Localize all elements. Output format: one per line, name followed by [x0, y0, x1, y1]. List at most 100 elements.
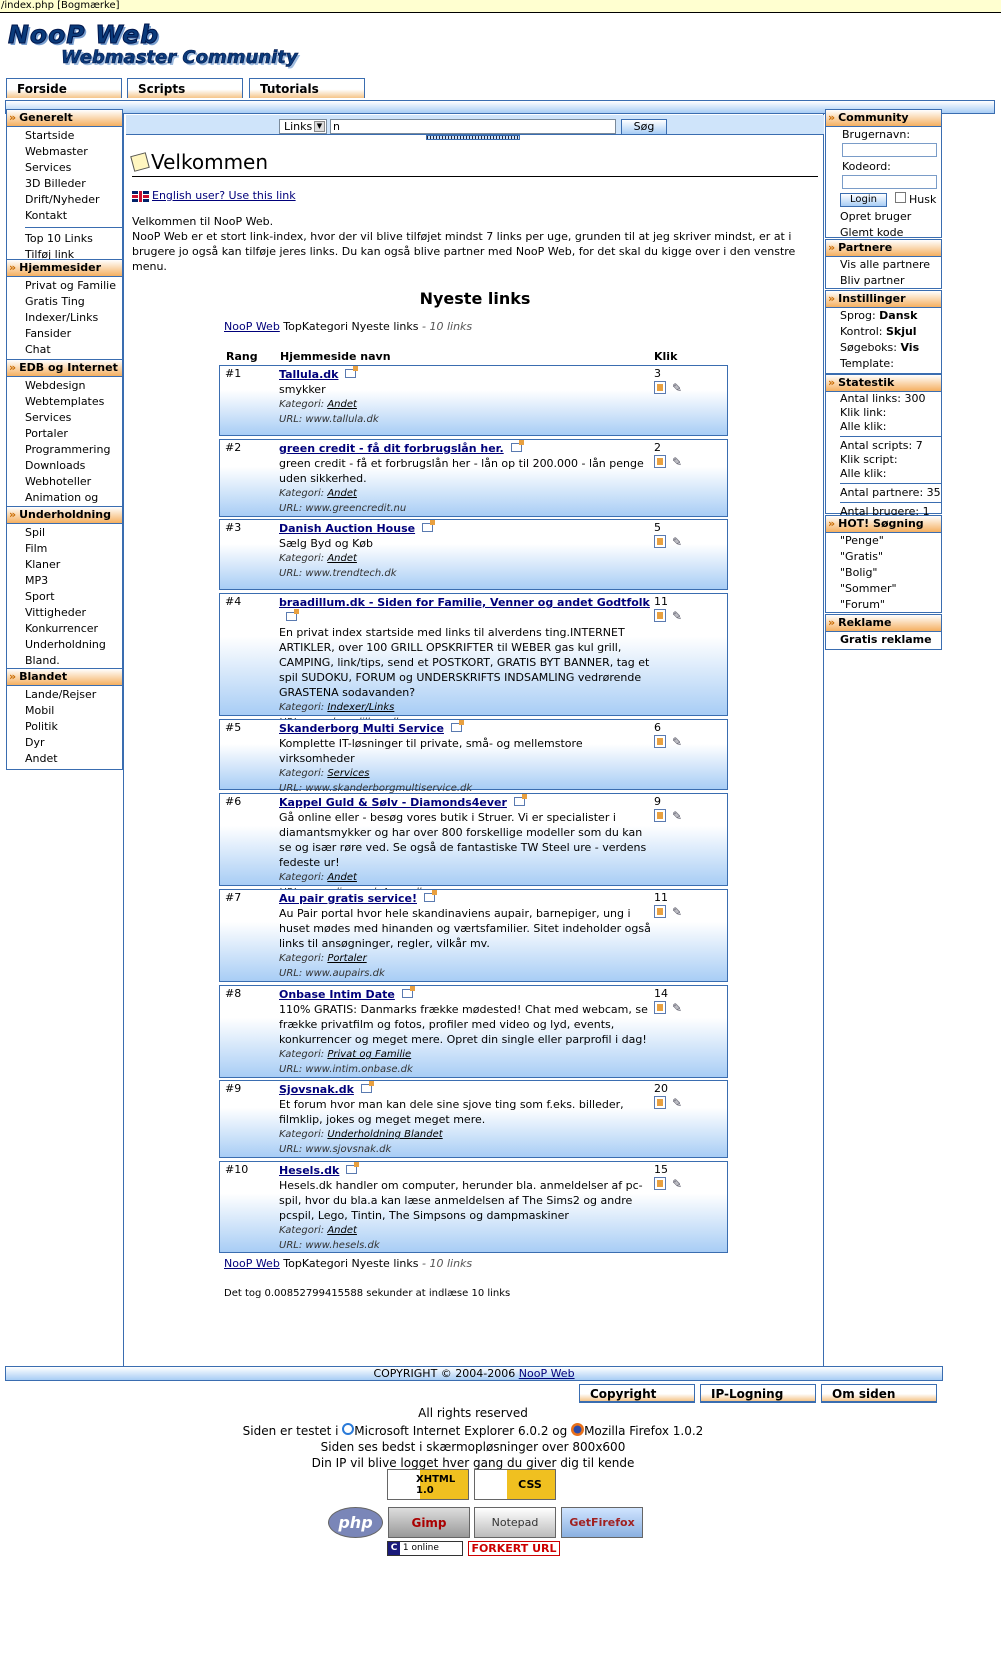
copyright-link[interactable]: NooP Web [519, 1367, 575, 1380]
getfirefox-badge[interactable]: GetFirefox [561, 1507, 643, 1538]
category-link[interactable]: Services [327, 768, 369, 779]
tab-tutorials[interactable]: Tutorials [249, 78, 365, 98]
sidebar-item[interactable]: Webmaster [7, 144, 122, 160]
sidebar-item[interactable]: Privat og Familie [7, 278, 122, 294]
sidebar-item[interactable]: Services [7, 410, 122, 426]
link-title[interactable]: Kappel Guld & Sølv - Diamonds4ever [279, 796, 507, 809]
sidebar-item[interactable]: Downloads [7, 458, 122, 474]
sidebar-item[interactable]: Lande/Rejser [7, 687, 122, 703]
edit-pencil-icon[interactable]: ✎ [672, 535, 682, 549]
info-icon[interactable] [654, 609, 666, 622]
notepad-badge[interactable]: Notepad [474, 1507, 556, 1538]
sidebar-item[interactable]: Andet [7, 751, 122, 767]
sidebar-item[interactable]: Indexer/Links [7, 310, 122, 326]
info-icon[interactable] [654, 381, 666, 394]
hot-search-item[interactable]: "Sommer" [826, 581, 941, 597]
footer-iplog-button[interactable]: IP-Logning [700, 1384, 816, 1403]
sidebar-item[interactable]: Startside [7, 128, 122, 144]
link-url[interactable]: URL: www.intim.onbase.dk [279, 1062, 651, 1077]
add-favorite-icon[interactable] [286, 609, 299, 621]
add-favorite-icon[interactable] [422, 520, 436, 532]
link-url[interactable]: URL: www.trendtech.dk [279, 566, 651, 581]
username-field[interactable] [842, 143, 937, 157]
edit-pencil-icon[interactable]: ✎ [672, 1001, 682, 1015]
link-title[interactable]: Skanderborg Multi Service [279, 722, 444, 735]
link-title[interactable]: Onbase Intim Date [279, 988, 395, 1001]
hot-search-item[interactable]: "Gratis" [826, 549, 941, 565]
edit-pencil-icon[interactable]: ✎ [672, 455, 682, 469]
free-ads-link[interactable]: Gratis reklame [826, 632, 941, 648]
add-favorite-icon[interactable] [510, 440, 524, 452]
english-link[interactable]: English user? Use this link [152, 189, 296, 202]
sidebar-item[interactable]: Film [7, 541, 122, 557]
resize-handle[interactable] [426, 135, 520, 140]
hot-search-item[interactable]: "Forum" [826, 597, 941, 613]
link-title[interactable]: Sjovsnak.dk [279, 1083, 354, 1096]
register-link[interactable]: Opret bruger [826, 209, 941, 225]
sidebar-item[interactable]: Spil [7, 525, 122, 541]
sidebar-item[interactable]: Klaner [7, 557, 122, 573]
tab-forside[interactable]: Forside [6, 78, 122, 98]
sidebar-item[interactable]: Underholdning Bland. [7, 637, 122, 669]
category-link[interactable]: Andet [327, 399, 357, 410]
category-link[interactable]: Underholdning Blandet [327, 1129, 442, 1140]
info-icon[interactable] [654, 1177, 666, 1190]
sidebar-item[interactable]: 3D Billeder [7, 176, 122, 192]
sidebar-item[interactable]: Portaler [7, 426, 122, 442]
add-favorite-icon[interactable] [360, 1081, 374, 1093]
link-title[interactable]: Danish Auction House [279, 522, 415, 535]
footer-about-button[interactable]: Om siden [821, 1384, 937, 1403]
hot-search-item[interactable]: "Bolig" [826, 565, 941, 581]
add-favorite-icon[interactable] [401, 986, 415, 998]
link-title[interactable]: Tallula.dk [279, 368, 338, 381]
sidebar-item[interactable]: Services [7, 160, 122, 176]
w3c-css-badge[interactable]: CSS [474, 1469, 556, 1500]
become-partner-link[interactable]: Bliv partner [826, 273, 941, 289]
sidebar-item[interactable]: Chat [7, 342, 122, 358]
add-favorite-icon[interactable] [513, 794, 527, 806]
edit-pencil-icon[interactable]: ✎ [672, 905, 682, 919]
setting-row[interactable]: Søgeboks: Vis [826, 340, 941, 356]
link-title[interactable]: Hesels.dk [279, 1164, 339, 1177]
setting-row[interactable]: Kontrol: Skjul [826, 324, 941, 340]
sidebar-item[interactable]: Fansider [7, 326, 122, 342]
category-link[interactable]: Andet [327, 872, 357, 883]
edit-pencil-icon[interactable]: ✎ [672, 381, 682, 395]
sidebar-item[interactable]: Politik [7, 719, 122, 735]
category-link[interactable]: Andet [327, 488, 357, 499]
search-button[interactable]: Søg [621, 119, 667, 135]
site-logo[interactable]: NooP Web Webmaster Community [6, 20, 297, 72]
category-link[interactable]: Indexer/Links [327, 702, 394, 713]
edit-pencil-icon[interactable]: ✎ [672, 809, 682, 823]
info-icon[interactable] [654, 1096, 666, 1109]
php-badge[interactable]: php [328, 1507, 383, 1538]
info-icon[interactable] [654, 1001, 666, 1014]
sidebar-item[interactable]: Kontakt [7, 208, 122, 224]
sidebar-item[interactable]: Top 10 Links [7, 231, 122, 247]
link-title[interactable]: braadillum.dk - Siden for Familie, Venne… [279, 596, 650, 609]
sidebar-item[interactable]: Programmering [7, 442, 122, 458]
forkert-url-badge[interactable]: FORKERT URL [468, 1541, 560, 1556]
edit-pencil-icon[interactable]: ✎ [672, 1096, 682, 1110]
link-url[interactable]: URL: www.aupairs.dk [279, 966, 651, 981]
tab-scripts[interactable]: Scripts [127, 78, 243, 98]
search-input[interactable]: n [330, 119, 616, 134]
sidebar-item[interactable]: Sport [7, 589, 122, 605]
add-favorite-icon[interactable] [424, 890, 437, 902]
add-favorite-icon[interactable] [345, 366, 359, 378]
w3c-xhtml-badge[interactable]: XHTML 1.0 [387, 1469, 469, 1500]
link-url[interactable]: URL: www.hesels.dk [279, 1238, 651, 1253]
breadcrumb-home-link-bottom[interactable]: NooP Web [224, 1257, 280, 1270]
password-field[interactable] [842, 175, 937, 189]
sidebar-item[interactable]: Webhoteller [7, 474, 122, 490]
gimp-badge[interactable]: Gimp [388, 1507, 470, 1538]
link-url[interactable]: URL: www.tallula.dk [279, 412, 651, 427]
remember-checkbox[interactable] [895, 192, 906, 203]
edit-pencil-icon[interactable]: ✎ [672, 735, 682, 749]
category-link[interactable]: Andet [327, 553, 357, 564]
category-link[interactable]: Andet [327, 1225, 357, 1236]
add-favorite-icon[interactable] [450, 720, 464, 732]
link-title[interactable]: green credit - få dit forbrugslån her. [279, 442, 504, 455]
sidebar-item[interactable]: MP3 [7, 573, 122, 589]
link-title[interactable]: Au pair gratis service! [279, 892, 417, 905]
